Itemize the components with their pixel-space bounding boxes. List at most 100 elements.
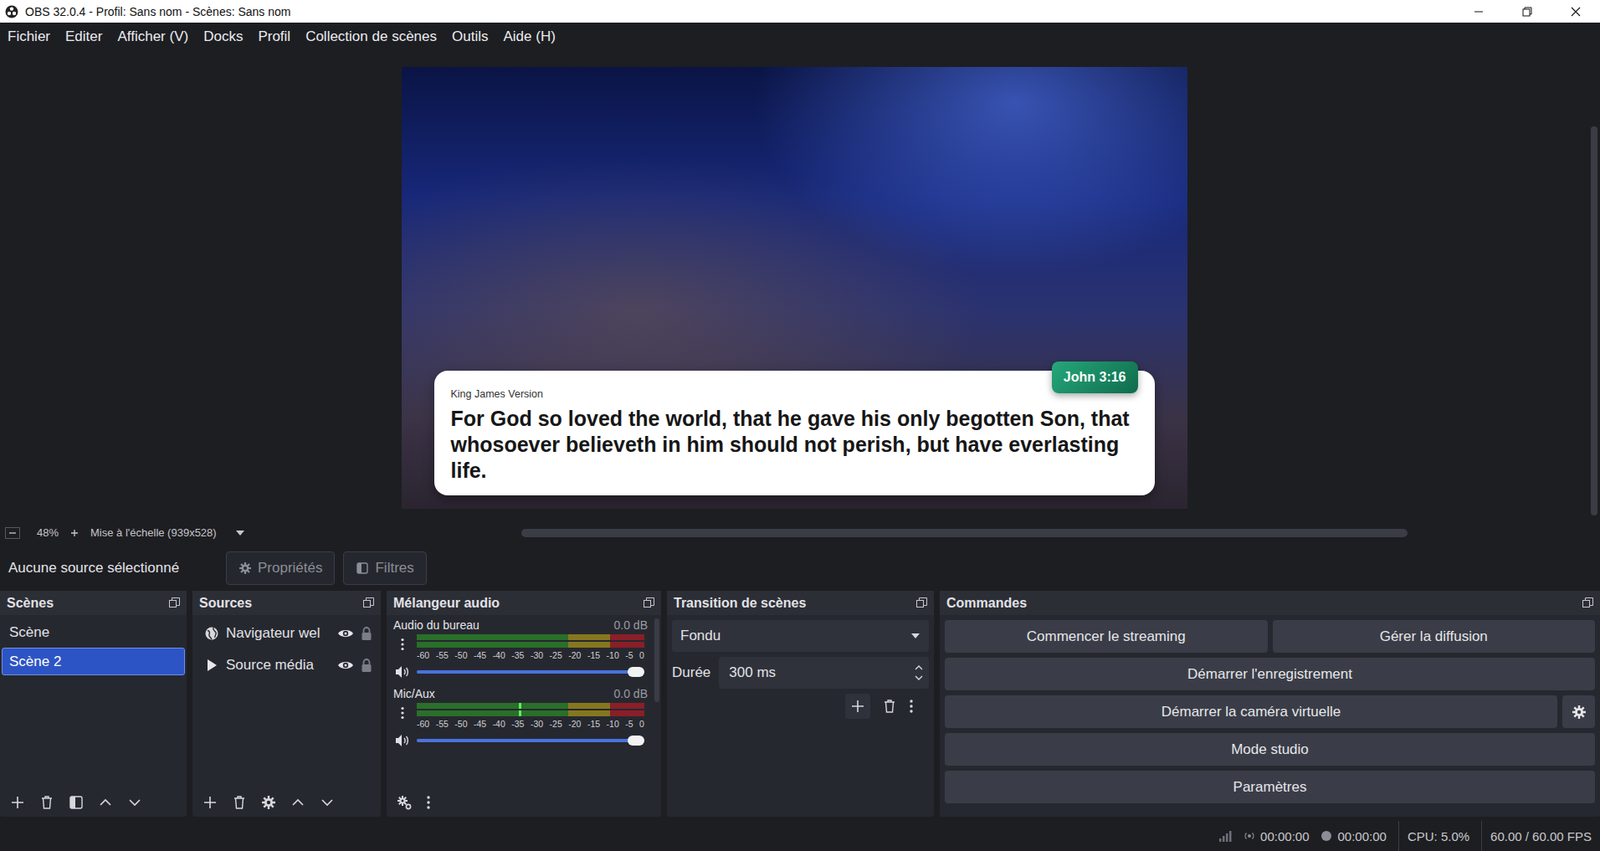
control-button[interactable]: Commencer le streaming <box>944 620 1268 653</box>
close-button[interactable] <box>1551 0 1600 23</box>
play-icon <box>204 657 220 673</box>
verse-text: For God so loved the world, that he gave… <box>451 405 1137 484</box>
speaker-icon[interactable] <box>394 733 411 748</box>
menu-item[interactable]: Aide (H) <box>495 28 563 46</box>
scenes-dock: ScènesScèneScène 2 <box>0 590 187 817</box>
plus-icon[interactable] <box>10 794 26 811</box>
advanced-audio-gear-icon[interactable] <box>396 794 412 811</box>
record-dot-icon <box>1320 830 1333 842</box>
move-up-icon[interactable] <box>97 794 113 811</box>
decrement-icon[interactable] <box>913 674 924 682</box>
scripture-overlay: King James Version For God so loved the w… <box>434 370 1155 496</box>
unlocked-icon[interactable] <box>360 625 373 642</box>
controls-dock: CommandesCommencer le streamingGérer la … <box>939 590 1600 817</box>
restore-button[interactable] <box>1502 0 1552 23</box>
float-dock-icon[interactable] <box>1582 597 1594 609</box>
float-dock-icon[interactable] <box>363 597 375 609</box>
unlocked-icon[interactable] <box>360 657 373 673</box>
preview-scrollbar[interactable] <box>1588 51 1600 524</box>
kebab-menu-icon[interactable] <box>908 698 914 714</box>
control-button[interactable]: Démarrer l'enregistrement <box>944 657 1595 691</box>
mixer-toolbar <box>386 788 662 817</box>
restore-icon[interactable] <box>1522 6 1533 17</box>
obs-window: OBS 32.0.4 - Profil: Sans nom - Scènes: … <box>0 0 1600 851</box>
kebab-menu-icon[interactable] <box>400 637 406 652</box>
menu-item[interactable]: Afficher (V) <box>109 28 196 46</box>
move-down-icon[interactable] <box>319 794 335 811</box>
gear-icon[interactable] <box>1571 704 1587 720</box>
broadcast-icon <box>1243 830 1256 842</box>
globe-icon <box>204 625 220 642</box>
minimize-icon[interactable] <box>1473 6 1484 17</box>
filter-icon[interactable] <box>68 794 84 811</box>
menu-item[interactable]: Outils <box>444 28 496 46</box>
dropdown-arrow-icon[interactable] <box>910 632 921 640</box>
volume-meter <box>416 634 645 648</box>
meter-scale: -60-55-50-45-40-35-30-25-20-15-10-50 <box>416 650 645 661</box>
close-icon[interactable] <box>1570 6 1581 17</box>
plus-icon[interactable] <box>850 698 866 714</box>
volume-slider[interactable] <box>416 732 645 749</box>
mute-button[interactable] <box>394 665 411 679</box>
control-button[interactable]: Démarrer la caméra virtuelle <box>944 695 1558 729</box>
fps-counter: 60.00 / 60.00 FPS <box>1481 820 1592 851</box>
channel-menu-button[interactable] <box>400 637 406 652</box>
trash-icon[interactable] <box>231 794 247 811</box>
eye-icon[interactable] <box>337 659 354 672</box>
menu-item[interactable]: Collection de scènes <box>297 28 445 46</box>
gear-icon <box>238 561 252 575</box>
dock-header: Scènes <box>0 590 187 616</box>
channel-volume-reading: 0.0 dB <box>614 687 648 701</box>
bible-version: King James Version <box>451 387 1137 401</box>
float-dock-icon[interactable] <box>916 597 928 609</box>
volume-slider[interactable] <box>416 663 645 681</box>
dock-header: Transition de scènes <box>666 590 934 616</box>
control-button[interactable]: Gérer la diffusion <box>1272 620 1596 653</box>
increment-icon[interactable] <box>913 664 924 672</box>
scale-mode-select[interactable]: Mise à l'échelle (939x528) <box>90 526 217 539</box>
float-dock-icon[interactable] <box>643 597 655 609</box>
menu-item[interactable]: Profil <box>250 28 298 46</box>
preview-horizontal-scrollbar[interactable] <box>521 528 1408 538</box>
trash-icon[interactable] <box>882 698 898 714</box>
channel-menu-button[interactable] <box>400 706 406 720</box>
menu-item[interactable]: Docks <box>195 28 251 46</box>
plus-icon[interactable] <box>202 794 218 811</box>
virtual-camera-settings-button[interactable] <box>1562 695 1595 729</box>
menu-item[interactable]: Editer <box>57 28 110 46</box>
minus-icon[interactable] <box>8 528 17 538</box>
gear-icon[interactable] <box>261 794 277 811</box>
preview-canvas[interactable]: King James Version For God so loved the w… <box>401 66 1188 509</box>
source-item[interactable]: Source média <box>194 650 380 681</box>
control-button[interactable]: Mode studio <box>944 733 1595 766</box>
menu-item[interactable]: Fichier <box>0 28 58 46</box>
context-button: Propriétés <box>225 551 335 585</box>
duration-label: Durée <box>671 664 711 682</box>
mixer-scrollbar[interactable] <box>652 615 662 789</box>
float-dock-icon[interactable] <box>169 597 180 609</box>
move-up-icon[interactable] <box>290 794 306 811</box>
zoom-level: 48% <box>36 526 59 539</box>
add-transition-button[interactable] <box>845 693 871 719</box>
minimize-button[interactable] <box>1454 0 1503 23</box>
plus-icon[interactable] <box>70 528 79 538</box>
control-button[interactable]: Paramètres <box>944 770 1595 804</box>
source-item[interactable]: Navigateur wel <box>194 618 380 649</box>
zoom-out-button[interactable] <box>5 527 21 539</box>
kebab-menu-icon[interactable] <box>425 794 431 811</box>
trash-icon[interactable] <box>39 794 55 811</box>
mute-button[interactable] <box>394 733 411 748</box>
duration-spinbox[interactable]: 300 ms <box>718 656 929 689</box>
transition-select[interactable]: Fondu <box>671 620 929 652</box>
kebab-menu-icon[interactable] <box>400 706 406 720</box>
move-down-icon[interactable] <box>127 794 143 811</box>
channel-name: Mic/Aux <box>393 687 436 701</box>
status-bar: 00:00:0000:00:00CPU: 5.0%60.00 / 60.00 F… <box>0 820 1600 851</box>
sources-toolbar <box>192 788 381 817</box>
scene-item[interactable]: Scène 2 <box>1 647 185 676</box>
zoom-in-button[interactable] <box>70 528 79 538</box>
dropdown-arrow-icon[interactable] <box>235 529 246 537</box>
eye-icon[interactable] <box>337 627 354 640</box>
scene-item[interactable]: Scène <box>1 618 185 647</box>
speaker-icon[interactable] <box>394 665 411 679</box>
